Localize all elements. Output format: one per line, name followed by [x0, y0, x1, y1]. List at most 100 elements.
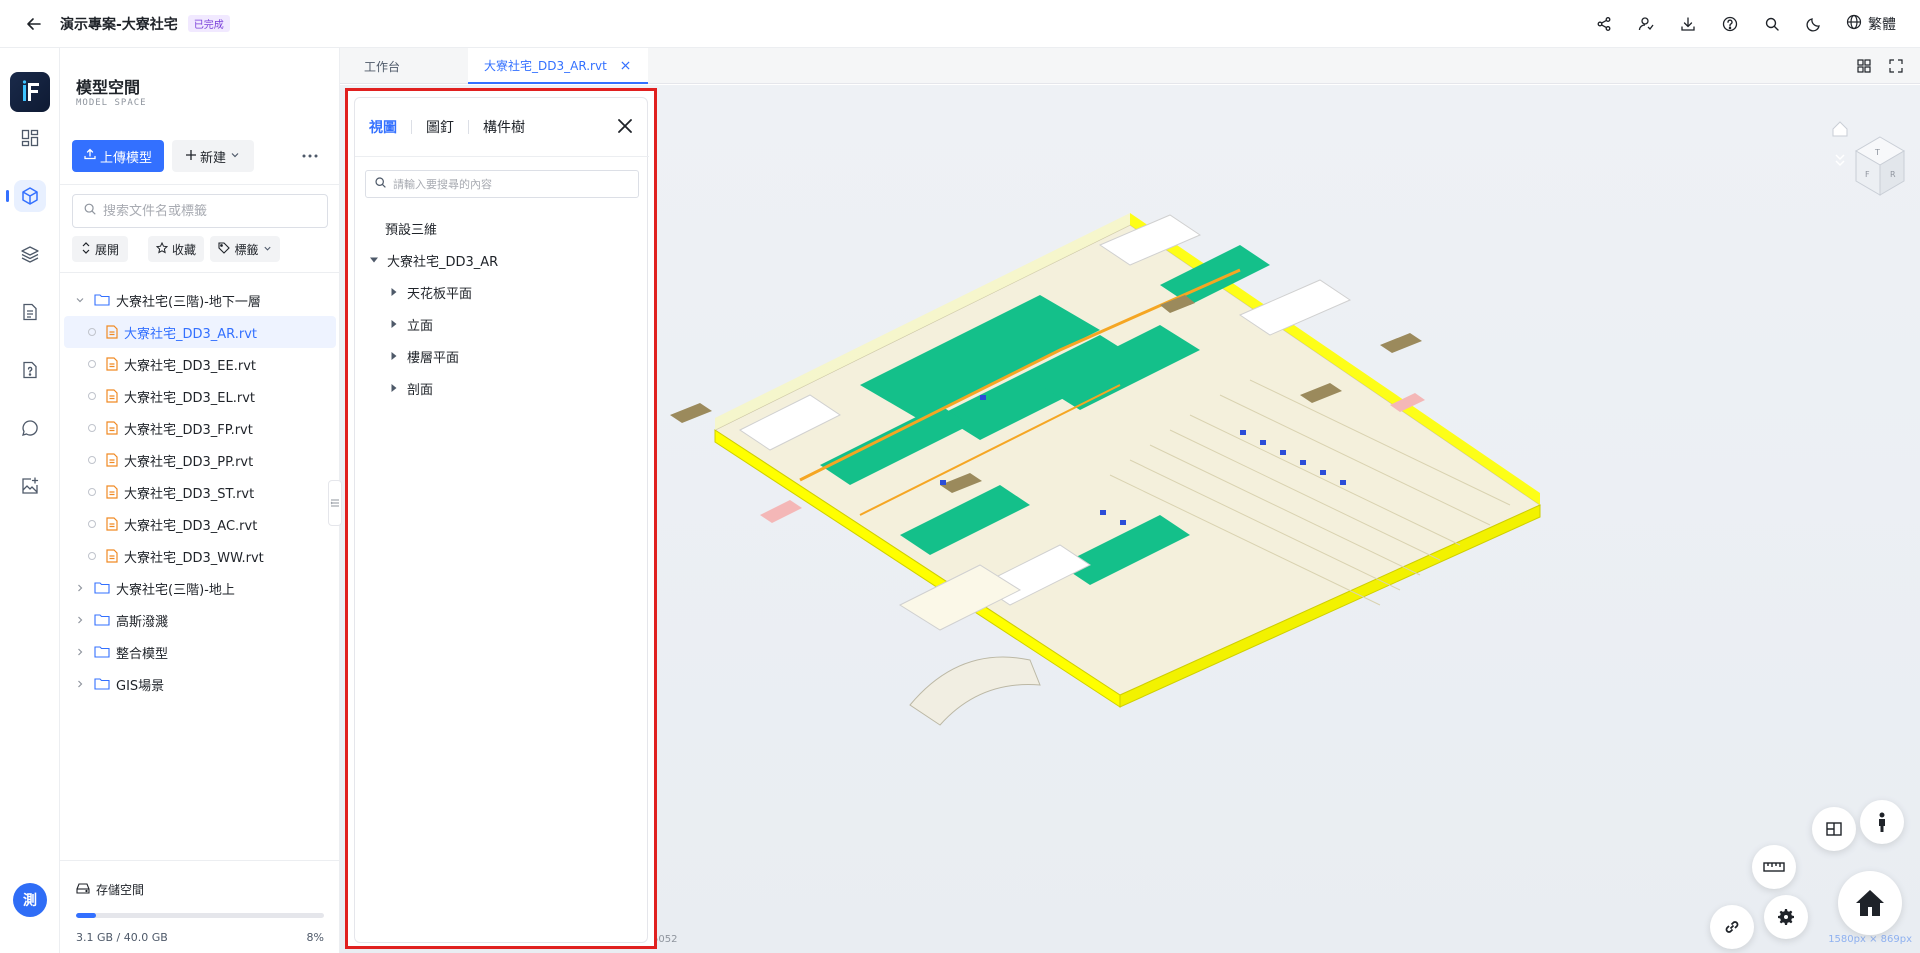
caret-right-icon[interactable] [389, 384, 399, 392]
back-arrow-icon[interactable] [24, 14, 44, 34]
tree-folder[interactable]: 整合模型 [64, 636, 336, 668]
more-icon[interactable] [298, 146, 322, 166]
walk-mode-button[interactable] [1860, 800, 1904, 844]
divider [60, 184, 340, 185]
close-icon[interactable] [613, 114, 637, 138]
radio-dot[interactable] [88, 520, 96, 528]
home-button[interactable] [1838, 871, 1902, 935]
radio-dot[interactable] [88, 392, 96, 400]
storage-section: 存儲空間 3.1 GB / 40.0 GB 8% [60, 860, 340, 953]
project-title: 演示專案-大寮社宅 [60, 16, 178, 33]
panel-title: 模型空間 [76, 78, 141, 97]
search-icon[interactable] [1762, 14, 1782, 34]
upload-model-button[interactable]: 上傳模型 [72, 140, 164, 172]
tags-chip[interactable]: 標籤 [210, 236, 280, 262]
tree-file[interactable]: 大寮社宅_DD3_EE.rvt [64, 348, 336, 380]
close-icon[interactable] [621, 60, 630, 70]
home-view-icon [1832, 121, 1848, 137]
upload-model-label: 上傳模型 [99, 150, 152, 166]
caret-right-icon[interactable] [389, 320, 399, 328]
tree-folder[interactable]: GIS場景 [64, 668, 336, 700]
user-switch-icon[interactable] [1636, 14, 1656, 34]
tab-workbench-label: 工作台 [364, 59, 401, 74]
view-group-elevation[interactable]: 立面 [365, 308, 639, 340]
caret-right-icon[interactable] [389, 288, 399, 296]
favorite-chip[interactable]: 收藏 [148, 236, 204, 262]
views-panel: 視圖 圖釘 構件樹 預設三維 大寮社宅_DD3_AR [345, 88, 657, 949]
tab-views[interactable]: 視圖 [369, 117, 411, 137]
tree-file[interactable]: 大寮社宅_DD3_ST.rvt [64, 476, 336, 508]
cube-icon[interactable] [14, 180, 46, 212]
chevron-right-icon[interactable] [74, 583, 86, 593]
tree-folder[interactable]: 大寮社宅(三階)-地下一層 [64, 284, 336, 316]
radio-dot[interactable] [88, 424, 96, 432]
tree-file[interactable]: 大寮社宅_DD3_AC.rvt [64, 508, 336, 540]
new-label: 新建 [199, 150, 226, 166]
view-group-model[interactable]: 大寮社宅_DD3_AR [365, 244, 639, 276]
storage-percent: 8% [306, 931, 324, 944]
tree-file[interactable]: 大寮社宅_DD3_PP.rvt [64, 444, 336, 476]
views-search-input[interactable] [393, 177, 633, 191]
caret-right-icon[interactable] [389, 352, 399, 360]
tree-folder-label: 大寮社宅(三階)-地上 [116, 582, 235, 598]
radio-dot[interactable] [88, 552, 96, 560]
radio-dot[interactable] [88, 456, 96, 464]
view-item-default-3d[interactable]: 預設三維 [365, 212, 639, 244]
file-search-box [72, 194, 328, 228]
radio-dot[interactable] [88, 360, 96, 368]
section-box-button[interactable] [1812, 807, 1856, 851]
chevron-down-icon[interactable] [74, 295, 86, 305]
file-icon [106, 325, 118, 339]
tree-folder[interactable]: 高斯潑濺 [64, 604, 336, 636]
share-icon[interactable] [1594, 14, 1614, 34]
split-view-icon[interactable] [1854, 56, 1874, 76]
tree-file[interactable]: 大寮社宅_DD3_WW.rvt [64, 540, 336, 572]
document-icon[interactable] [14, 296, 46, 328]
chevron-right-icon[interactable] [74, 679, 86, 689]
download-icon[interactable] [1678, 14, 1698, 34]
view-group-floor-plan[interactable]: 樓層平面 [365, 340, 639, 372]
tag-icon [218, 241, 231, 257]
tab-workbench[interactable]: 工作台 [340, 48, 468, 84]
chevron-right-icon[interactable] [74, 647, 86, 657]
tab-model-file[interactable]: 大寮社宅_DD3_AR.rvt [468, 48, 648, 84]
help-icon[interactable] [1720, 14, 1740, 34]
tree-file-label: 大寮社宅_DD3_AR.rvt [124, 326, 258, 342]
chevron-right-icon[interactable] [74, 615, 86, 625]
tree-file-label: 大寮社宅_DD3_WW.rvt [124, 550, 264, 566]
file-question-icon[interactable] [14, 354, 46, 386]
viewport-size-readout: 1580px × 869px [1828, 934, 1912, 945]
view-group-label: 天花板平面 [407, 286, 473, 302]
expand-chip[interactable]: 展開 [72, 236, 128, 262]
fullscreen-icon[interactable] [1886, 56, 1906, 76]
view-group-ceiling-plan[interactable]: 天花板平面 [365, 276, 639, 308]
dashboard-icon[interactable] [14, 122, 46, 154]
caret-down-icon[interactable] [369, 256, 379, 264]
divider [60, 272, 340, 273]
tab-pins[interactable]: 圖釘 [426, 117, 468, 137]
measure-button[interactable] [1752, 845, 1796, 889]
tab-component-tree[interactable]: 構件樹 [483, 117, 539, 137]
layers-icon[interactable] [14, 238, 46, 270]
search-icon [374, 176, 387, 193]
settings-button[interactable] [1764, 895, 1808, 939]
image-add-icon[interactable] [14, 470, 46, 502]
avatar[interactable]: 測 [13, 883, 47, 917]
view-cube[interactable]: T F R [1830, 117, 1910, 221]
radio-dot[interactable] [88, 328, 96, 336]
tree-folder[interactable]: 大寮社宅(三階)-地上 [64, 572, 336, 604]
radio-dot[interactable] [88, 488, 96, 496]
file-search-input[interactable] [103, 203, 313, 219]
language-switch[interactable]: 繁體 [1846, 14, 1896, 34]
tree-file[interactable]: 大寮社宅_DD3_AR.rvt [64, 316, 336, 348]
tree-file-label: 大寮社宅_DD3_EL.rvt [124, 390, 256, 406]
tree-file[interactable]: 大寮社宅_DD3_EL.rvt [64, 380, 336, 412]
moon-icon[interactable] [1804, 14, 1824, 34]
collapse-panel-handle[interactable] [328, 480, 342, 526]
chat-icon[interactable] [14, 412, 46, 444]
tab-separator [411, 120, 412, 134]
view-group-section[interactable]: 剖面 [365, 372, 639, 404]
link-button[interactable] [1710, 905, 1754, 949]
new-button[interactable]: 新建 [172, 140, 254, 172]
tree-file[interactable]: 大寮社宅_DD3_FP.rvt [64, 412, 336, 444]
